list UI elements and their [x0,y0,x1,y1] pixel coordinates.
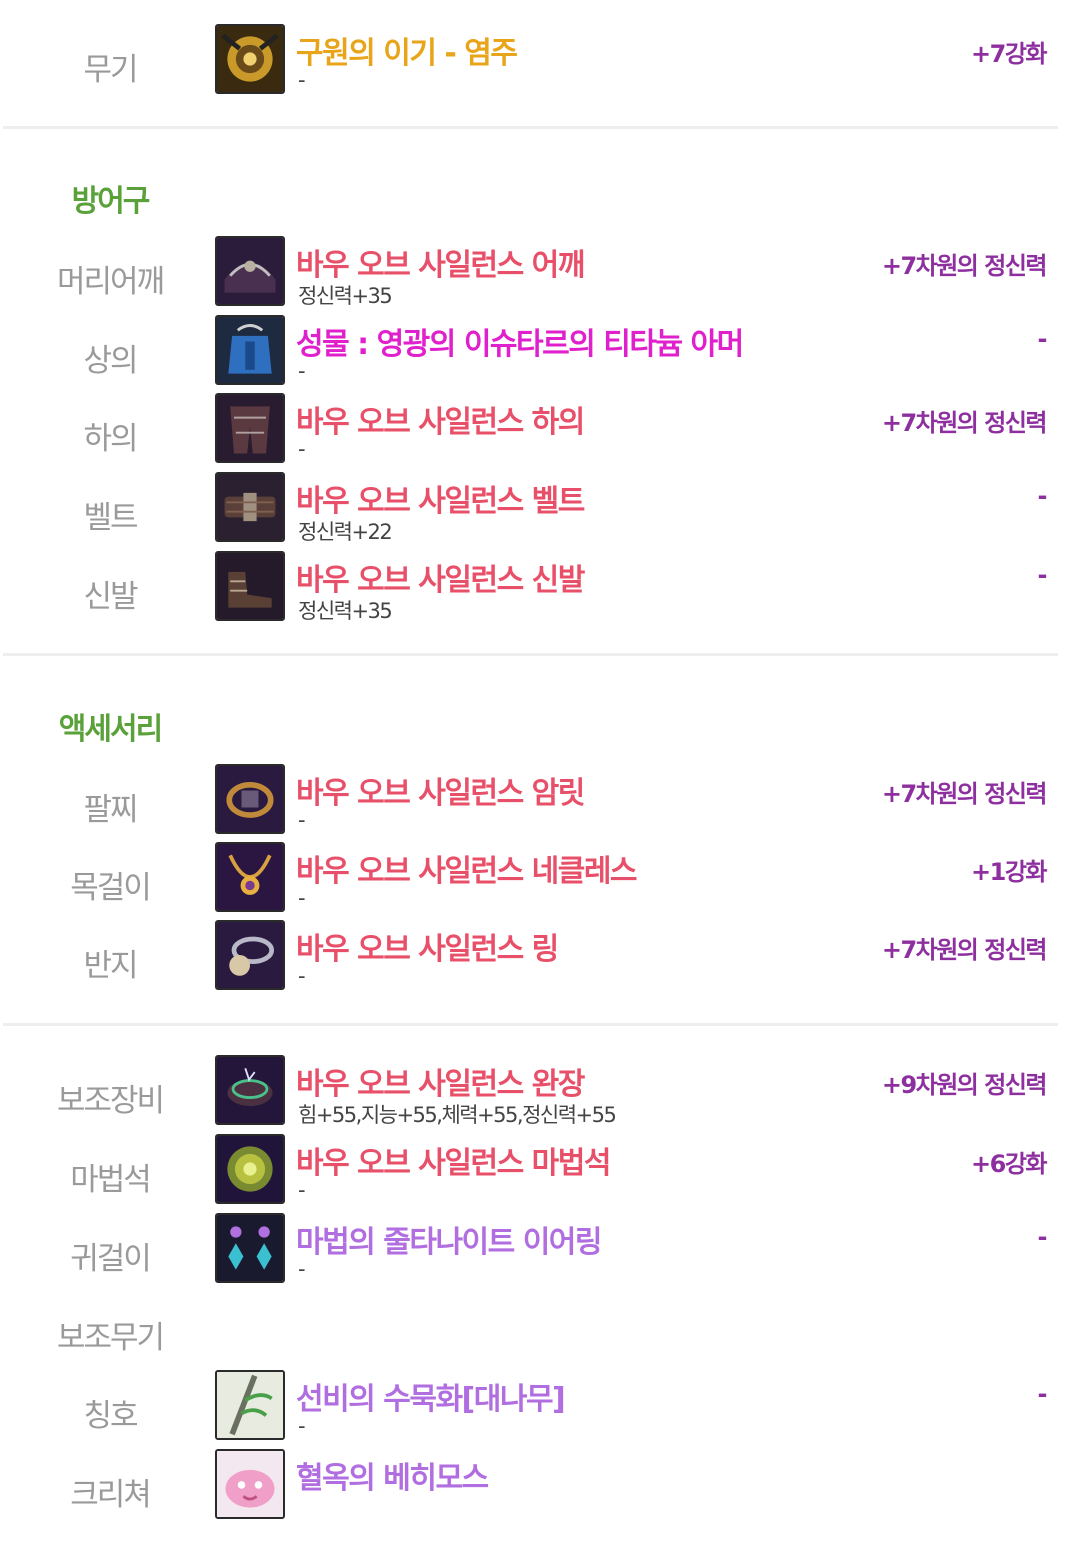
magic-stone-icon[interactable] [215,1134,285,1204]
equip-row-title[interactable]: 칭호 선비의 수묵화[대나무] - - [0,1370,1080,1446]
equip-row-top[interactable]: 상의 성물 : 영광의 이슈타르의 티타늄 아머 - - [0,315,1080,391]
slot-label: 목걸이 [70,870,152,906]
divider [3,1023,1058,1026]
item-sub: - [298,1257,306,1281]
slot-label: 마법석 [70,1162,152,1198]
slot-label: 칭호 [83,1398,138,1434]
slot-label: 하의 [83,421,138,457]
equip-row-earring[interactable]: 귀걸이 마법의 줄타나이트 이어링 - - [0,1213,1080,1289]
creature-icon[interactable] [215,1449,285,1519]
equip-row-sub-equip[interactable]: 보조장비 바우 오브 사일런스 완장 힘+55,지능+55,체력+55,정신력+… [0,1055,1080,1131]
top-icon[interactable] [215,315,285,385]
divider [3,126,1058,129]
slot-label: 팔찌 [83,792,138,828]
equip-row-bracelet[interactable]: 팔찌 바우 오브 사일런스 암릿 - +7차원의 정신력 [0,764,1080,840]
shoes-icon[interactable] [215,551,285,621]
equip-row-ring[interactable]: 반지 바우 오브 사일런스 링 - +7차원의 정신력 [0,920,1080,996]
slot-label: 무기 [83,52,138,88]
bracelet-icon[interactable] [215,764,285,834]
slot-label: 머리어깨 [56,264,165,300]
ring-icon[interactable] [215,920,285,990]
section-title-armor: 방어구 [71,184,151,219]
enhance-label: +7차원의 정신력 [881,936,1048,964]
enhance-label: - [1037,482,1048,510]
item-name[interactable]: 마법의 줄타나이트 이어링 [296,1217,603,1261]
enhance-label: - [1037,325,1048,353]
item-sub: - [298,1414,306,1438]
item-name[interactable]: 바우 오브 사일런스 어깨 [296,240,585,284]
enhance-label: - [1037,561,1048,589]
equip-row-sub-weapon[interactable]: 보조무기 [0,1292,1080,1368]
item-name[interactable]: 바우 오브 사일런스 신발 [296,555,585,599]
equip-row-weapon[interactable]: 무기 구원의 이기 - 염주 - +7강화 [0,24,1080,100]
equip-row-magic-stone[interactable]: 마법석 바우 오브 사일런스 마법석 - +6강화 [0,1134,1080,1210]
item-sub: 힘+55,지능+55,체력+55,정신력+55 [298,1103,617,1127]
bottom-icon[interactable] [215,393,285,463]
slot-label: 보조무기 [56,1320,165,1356]
item-name[interactable]: 선비의 수묵화[대나무] [296,1374,566,1418]
item-name[interactable]: 바우 오브 사일런스 링 [296,924,559,968]
equip-row-bottom[interactable]: 하의 바우 오브 사일런스 하의 - +7차원의 정신력 [0,393,1080,469]
slot-label: 반지 [83,948,138,984]
item-sub: - [298,68,306,92]
divider [3,653,1058,656]
enhance-label: +7강화 [971,40,1047,68]
enhance-label: - [1037,1223,1048,1251]
slot-label: 상의 [83,343,138,379]
enhance-label: +6강화 [971,1150,1047,1178]
item-sub: 정신력+22 [298,520,393,544]
item-name[interactable]: 바우 오브 사일런스 암릿 [296,768,585,812]
enhance-label: +9차원의 정신력 [881,1071,1048,1099]
armband-icon[interactable] [215,1055,285,1125]
item-name[interactable]: 혈옥의 베히모스 [296,1453,489,1497]
item-sub: - [298,886,306,910]
item-name[interactable]: 바우 오브 사일런스 벨트 [296,476,585,520]
item-name[interactable]: 구원의 이기 - 염주 [296,28,518,72]
slot-label: 신발 [83,579,138,615]
slot-label: 귀걸이 [70,1241,152,1277]
slot-label: 벨트 [83,500,138,536]
equip-row-creature[interactable]: 크리쳐 혈옥의 베히모스 [0,1449,1080,1525]
equip-row-belt[interactable]: 벨트 바우 오브 사일런스 벨트 정신력+22 - [0,472,1080,548]
item-sub: 정신력+35 [298,284,393,308]
enhance-label: +7차원의 정신력 [881,780,1048,808]
equip-row-shoulder[interactable]: 머리어깨 바우 오브 사일런스 어깨 정신력+35 +7차원의 정신력 [0,236,1080,312]
item-name[interactable]: 성물 : 영광의 이슈타르의 티타늄 아머 [296,319,744,363]
necklace-icon[interactable] [215,842,285,912]
slot-label: 보조장비 [56,1083,165,1119]
item-name[interactable]: 바우 오브 사일런스 네클레스 [296,846,638,890]
section-title-accessory: 액세서리 [58,712,163,747]
enhance-label: +7차원의 정신력 [881,409,1048,437]
title-icon[interactable] [215,1370,285,1440]
enhance-label: - [1037,1380,1048,1408]
slot-label: 크리쳐 [70,1477,152,1513]
item-sub: - [298,437,306,461]
belt-icon[interactable] [215,472,285,542]
item-name[interactable]: 바우 오브 사일런스 하의 [296,397,585,441]
earring-icon[interactable] [215,1213,285,1283]
item-sub: - [298,1178,306,1202]
enhance-label: +1강화 [971,858,1047,886]
shoulder-icon[interactable] [215,236,285,306]
item-sub: - [298,964,306,988]
item-sub: 정신력+35 [298,599,393,623]
item-sub: - [298,359,306,383]
item-name[interactable]: 바우 오브 사일런스 마법석 [296,1138,611,1182]
weapon-icon[interactable] [215,24,285,94]
item-sub: - [298,808,306,832]
enhance-label: +7차원의 정신력 [881,252,1048,280]
item-name[interactable]: 바우 오브 사일런스 완장 [296,1059,585,1103]
equip-row-shoes[interactable]: 신발 바우 오브 사일런스 신발 정신력+35 - [0,551,1080,627]
equip-row-necklace[interactable]: 목걸이 바우 오브 사일런스 네클레스 - +1강화 [0,842,1080,918]
